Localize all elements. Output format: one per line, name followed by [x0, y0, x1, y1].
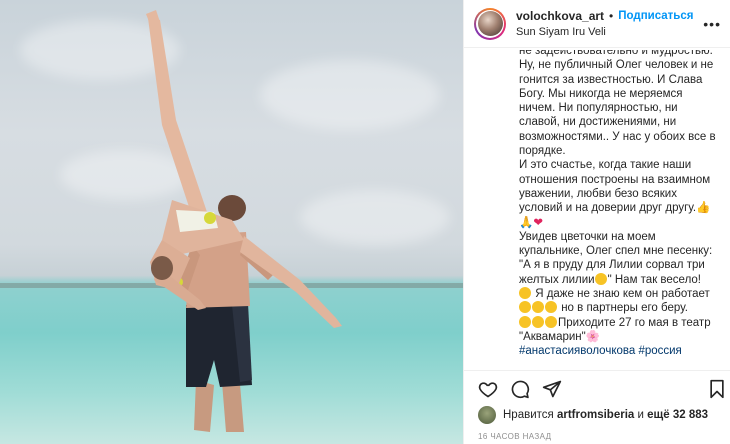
caption-partial-line: не задействовательно и мудростью. [519, 50, 713, 57]
comment-icon[interactable] [510, 379, 530, 399]
caption-paragraph: Приходите 27 го мая в театр "Аквамарин"🌸 [519, 315, 711, 343]
post-header: volochkova_art • Подписаться Sun Siyam I… [464, 0, 730, 48]
post-actions [464, 370, 730, 410]
likes-conjunction: и [637, 409, 644, 421]
share-icon[interactable] [542, 379, 562, 399]
people-illustration [146, 10, 342, 432]
laughing-emoji-icon [519, 287, 531, 300]
laughing-emoji-icon [519, 301, 531, 314]
caption-paragraph: Ну, не публичный Олег человек и не гонит… [519, 59, 716, 158]
follow-button[interactable]: Подписаться [618, 10, 693, 22]
laughing-emoji-icon [545, 315, 557, 328]
likes-summary: Нравится artfromsiberia и ещё 32 883 [478, 406, 708, 424]
caption-paragraph: Увидев цветочки на моем купальнике, Олег… [519, 230, 713, 286]
heart-emoji-icon: ❤ [533, 216, 543, 229]
thumbs-up-icon: 👍 [696, 202, 711, 215]
likes-prefix: Нравится [503, 409, 554, 421]
laughing-emoji-icon [594, 272, 607, 285]
author-avatar[interactable] [474, 7, 506, 40]
laughing-emoji-icon [519, 315, 531, 328]
heart-icon[interactable] [478, 379, 498, 399]
pray-icon: 🙏 [519, 216, 534, 229]
post-timestamp[interactable]: 16 ЧАСОВ НАЗАД [478, 432, 551, 441]
separator-dot: • [609, 9, 614, 23]
laughing-emoji-icon [532, 301, 544, 314]
bookmark-icon[interactable] [708, 379, 726, 399]
caption-paragraph: И это счастье, когда такие наши отношени… [519, 159, 711, 229]
caption-paragraph: Я даже не знаю кем он работает [519, 287, 719, 301]
post-location[interactable]: Sun Siyam Iru Veli [516, 26, 693, 38]
blossom-icon: 🌸 [585, 330, 601, 343]
caption-hashtags[interactable]: #анастасияволочкова #россия [519, 344, 719, 358]
caption-paragraph: но в партнеры его беру. [519, 301, 719, 315]
liker-avatar[interactable] [478, 406, 496, 424]
likes-count[interactable]: ещё 32 883 [647, 409, 708, 421]
laughing-emoji-icon [545, 301, 557, 314]
laughing-emoji-icon [532, 315, 544, 328]
liker-username[interactable]: artfromsiberia [557, 409, 634, 421]
ellipsis-icon[interactable]: ••• [703, 16, 721, 32]
post-side-panel: volochkova_art • Подписаться Sun Siyam I… [463, 0, 730, 444]
author-username[interactable]: volochkova_art [516, 9, 604, 23]
post-caption: не задействовательно и мудростью. Ну, не… [519, 50, 719, 368]
post-photo[interactable] [0, 0, 463, 444]
